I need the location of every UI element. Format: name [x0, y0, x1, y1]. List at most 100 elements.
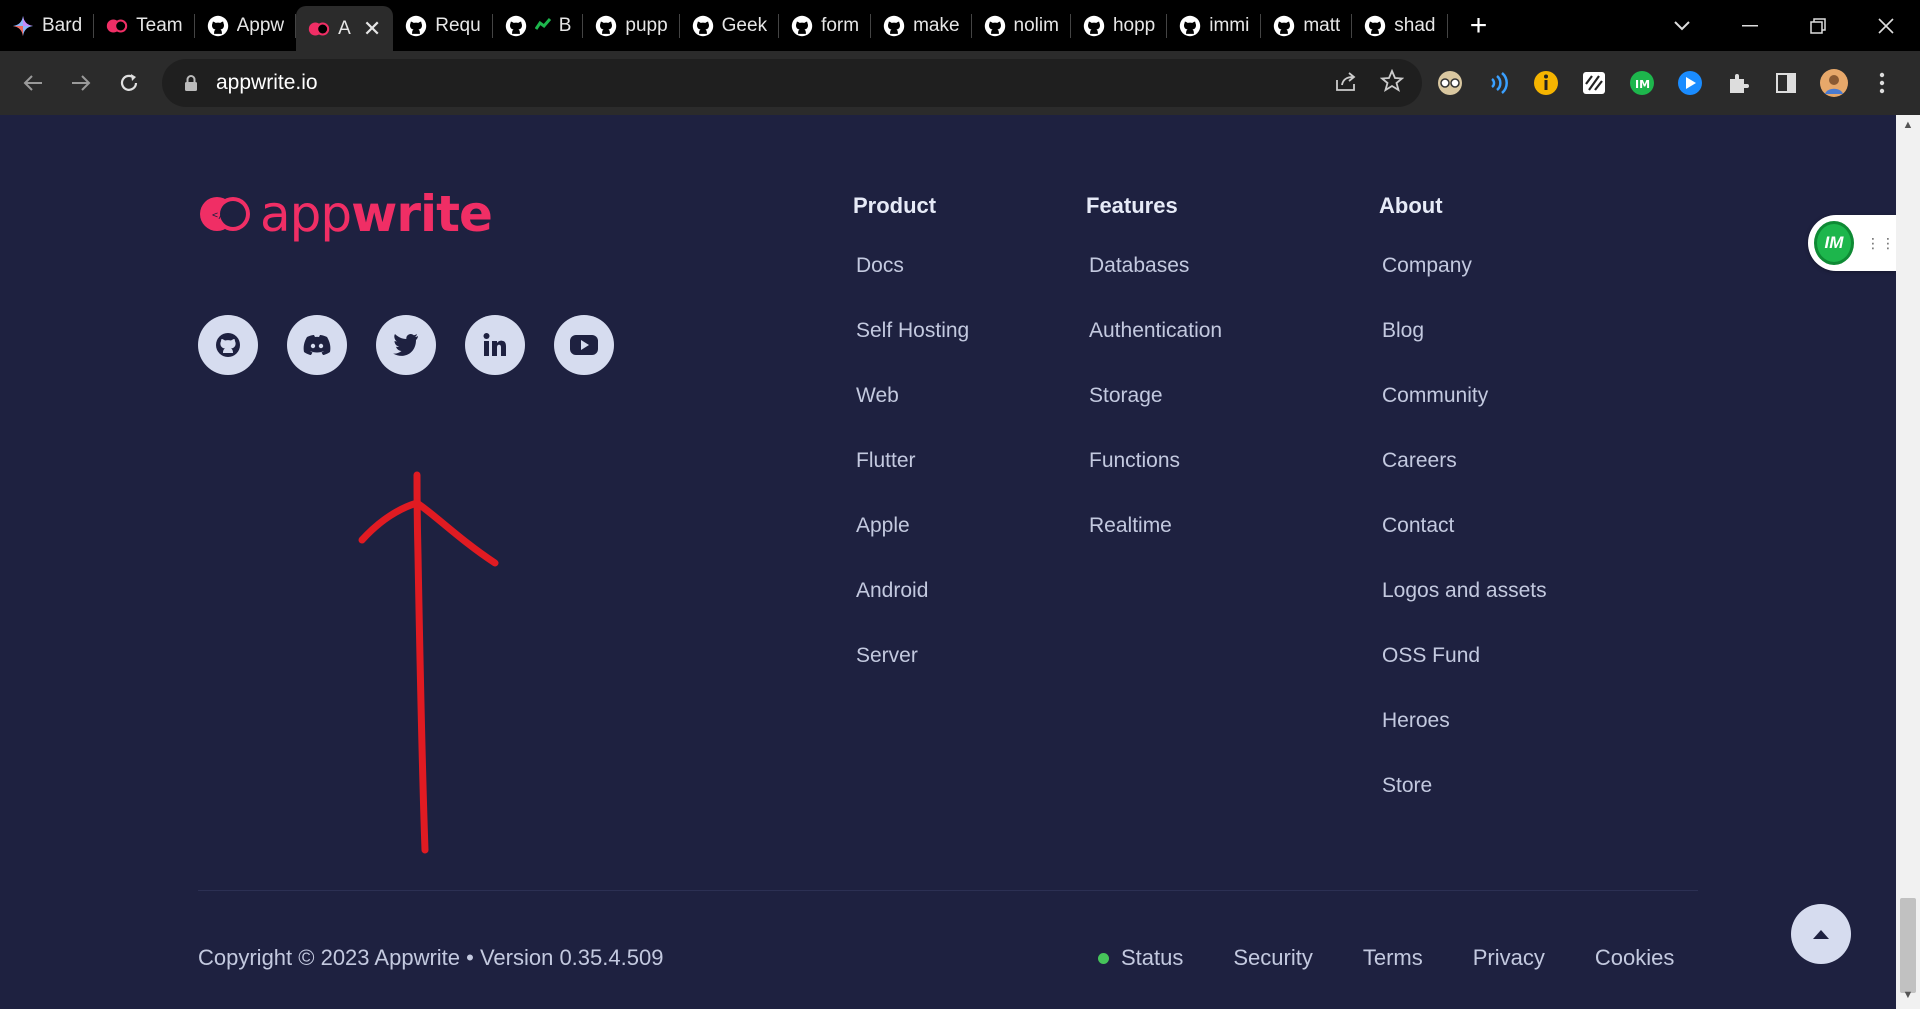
- github-icon: [692, 15, 714, 37]
- footer-link[interactable]: Heroes: [1379, 708, 1547, 773]
- browser-tab[interactable]: form: [779, 0, 872, 51]
- footer-link[interactable]: Community: [1379, 383, 1547, 448]
- footer-link[interactable]: Apple: [853, 513, 969, 578]
- tab-title: hopp: [1112, 14, 1156, 36]
- drag-handle-icon[interactable]: ⋮⋮: [1866, 236, 1896, 250]
- bard-icon: [12, 15, 34, 37]
- close-window-button[interactable]: [1852, 0, 1920, 51]
- browser-tab[interactable]: immi: [1167, 0, 1262, 51]
- reload-icon: [120, 74, 138, 91]
- discord-link[interactable]: [287, 315, 347, 375]
- browser-tab[interactable]: Requ: [393, 0, 493, 51]
- chrome-menu-icon[interactable]: [1866, 67, 1898, 99]
- browser-tab[interactable]: make: [871, 0, 972, 51]
- footer-link[interactable]: Functions: [1086, 448, 1222, 513]
- github-icon: [1273, 15, 1295, 37]
- footer-link[interactable]: Logos and assets: [1379, 578, 1547, 643]
- browser-tab[interactable]: hopp: [1071, 0, 1168, 51]
- terms-link[interactable]: Terms: [1363, 945, 1423, 971]
- puzzle-extensions-icon[interactable]: [1722, 67, 1754, 99]
- footer-link[interactable]: Server: [853, 643, 969, 708]
- footer-link[interactable]: Careers: [1379, 448, 1547, 513]
- new-tab-button[interactable]: +: [1454, 9, 1504, 43]
- im-floating-widget[interactable]: IM ⋮⋮: [1808, 215, 1896, 271]
- footer-link[interactable]: Storage: [1086, 383, 1222, 448]
- share-icon[interactable]: [1334, 70, 1358, 97]
- footer-link[interactable]: OSS Fund: [1379, 643, 1547, 708]
- column-title: Features: [1086, 193, 1178, 218]
- footer-link[interactable]: Realtime: [1086, 513, 1222, 578]
- footer-link[interactable]: Contact: [1379, 513, 1547, 578]
- github-icon: [1364, 15, 1386, 37]
- address-bar[interactable]: appwrite.io: [162, 59, 1422, 107]
- footer-link[interactable]: Blog: [1379, 318, 1547, 383]
- github-link[interactable]: [198, 315, 258, 375]
- appwrite-logo-icon: </>: [200, 197, 250, 231]
- footer-link[interactable]: Store: [1379, 773, 1547, 838]
- back-to-top-button[interactable]: [1791, 904, 1851, 964]
- footer-link[interactable]: Databases: [1086, 253, 1222, 318]
- tab-title: make: [913, 14, 960, 36]
- lock-icon: [180, 72, 202, 94]
- page-scrollbar[interactable]: ▲ ▼: [1896, 115, 1920, 1009]
- github-icon: [216, 333, 240, 357]
- github-icon: [207, 15, 229, 37]
- info-extension-icon[interactable]: [1530, 67, 1562, 99]
- linkedin-link[interactable]: [465, 315, 525, 375]
- footer-link[interactable]: Self Hosting: [853, 318, 969, 383]
- browser-tab[interactable]: Bard: [0, 0, 95, 51]
- footer-link[interactable]: Web: [853, 383, 969, 448]
- footer-link[interactable]: Company: [1379, 253, 1547, 318]
- browser-tab[interactable]: shad: [1352, 0, 1448, 51]
- footer-link[interactable]: Authentication: [1086, 318, 1222, 383]
- forward-button[interactable]: [57, 59, 105, 107]
- browser-tab[interactable]: matt: [1261, 0, 1353, 51]
- url-text: appwrite.io: [216, 71, 318, 94]
- privacy-link[interactable]: Privacy: [1473, 945, 1545, 971]
- cookies-link[interactable]: Cookies: [1595, 945, 1674, 971]
- trend-icon: [534, 15, 551, 37]
- signal-extension-icon[interactable]: [1482, 67, 1514, 99]
- im-extension-icon[interactable]: IM: [1626, 67, 1658, 99]
- footer-column-about: About Company Blog Community Careers Contact…: [1379, 193, 1547, 838]
- browser-tab[interactable]: Geek: [680, 0, 780, 51]
- appwrite-logo[interactable]: </> appwrite: [198, 185, 493, 243]
- footer-link[interactable]: Android: [853, 578, 969, 643]
- scroll-down-arrow-icon[interactable]: ▼: [1901, 989, 1915, 1003]
- play-extension-icon[interactable]: [1674, 67, 1706, 99]
- browser-tab[interactable]: B: [493, 0, 584, 51]
- youtube-icon: [570, 335, 598, 355]
- minimize-button[interactable]: [1716, 0, 1784, 51]
- youtube-link[interactable]: [554, 315, 614, 375]
- discord-icon: [303, 335, 331, 355]
- browser-tab[interactable]: A ✕: [296, 6, 394, 51]
- github-icon: [505, 15, 527, 37]
- browser-tab[interactable]: Appw: [195, 0, 297, 51]
- status-link[interactable]: Status: [1098, 945, 1183, 971]
- slash-extension-icon[interactable]: [1578, 67, 1610, 99]
- browser-tab[interactable]: pupp: [583, 0, 680, 51]
- footer-link[interactable]: Flutter: [853, 448, 969, 513]
- footer-link[interactable]: Docs: [853, 253, 969, 318]
- scroll-thumb[interactable]: [1900, 898, 1916, 993]
- tab-title: shad: [1394, 14, 1436, 36]
- bookmark-star-icon[interactable]: [1379, 68, 1405, 98]
- tab-title: Geek: [721, 14, 768, 36]
- glasses-extension-icon[interactable]: [1434, 67, 1466, 99]
- browser-tab[interactable]: Team: [94, 0, 195, 51]
- restore-button[interactable]: [1784, 0, 1852, 51]
- security-link[interactable]: Security: [1233, 945, 1312, 971]
- twitter-link[interactable]: [376, 315, 436, 375]
- back-button[interactable]: [9, 59, 57, 107]
- appwrite-icon: [308, 18, 330, 40]
- column-title: About: [1379, 193, 1443, 218]
- scroll-up-arrow-icon[interactable]: ▲: [1901, 119, 1915, 133]
- tab-search-button[interactable]: [1648, 0, 1716, 51]
- side-panel-icon[interactable]: [1770, 67, 1802, 99]
- reload-button[interactable]: [105, 59, 153, 107]
- browser-tab[interactable]: nolim: [972, 0, 1071, 51]
- profile-avatar[interactable]: [1818, 67, 1850, 99]
- tab-title: immi: [1209, 14, 1250, 36]
- tab-close-icon[interactable]: ✕: [363, 16, 381, 42]
- footer-divider: [198, 890, 1698, 891]
